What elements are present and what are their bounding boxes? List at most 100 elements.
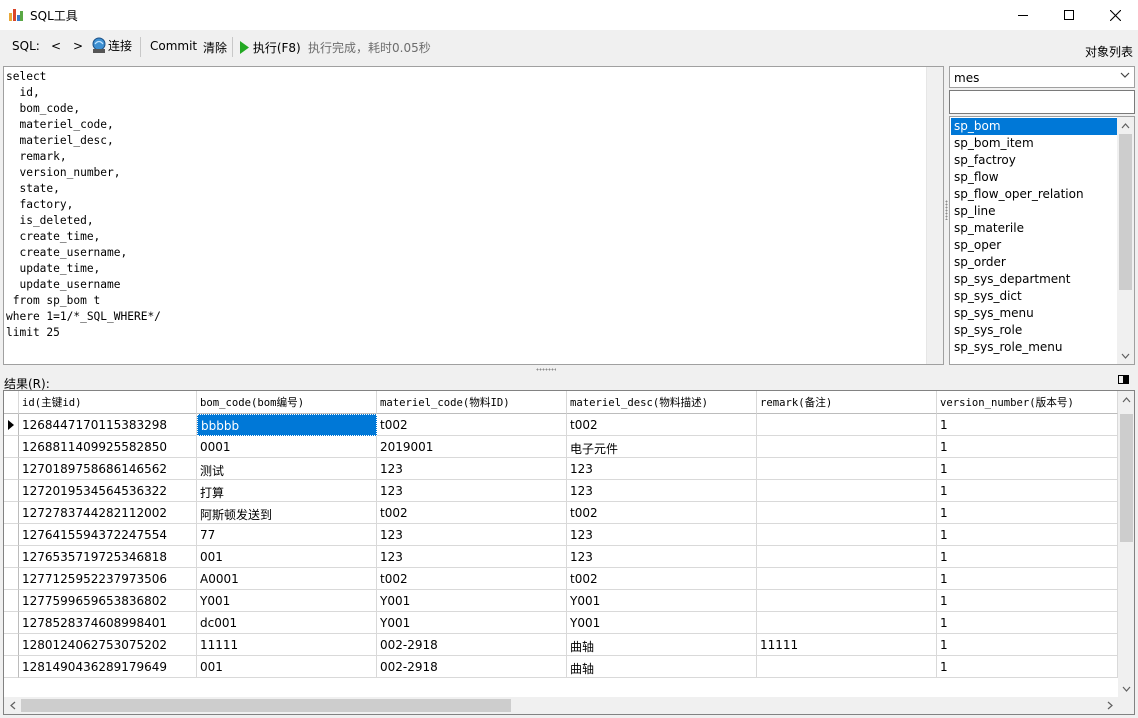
- table-cell[interactable]: [757, 546, 937, 568]
- table-cell[interactable]: 曲轴: [567, 634, 757, 656]
- scroll-down-icon[interactable]: [1118, 680, 1134, 697]
- table-cell[interactable]: [757, 458, 937, 480]
- table-cell[interactable]: 1272019534564536322: [19, 480, 197, 502]
- row-header[interactable]: [4, 458, 19, 480]
- table-cell[interactable]: 1278528374608998401: [19, 612, 197, 634]
- object-list-item[interactable]: sp_flow_oper_relation: [951, 186, 1117, 203]
- table-cell[interactable]: 1: [937, 634, 1118, 656]
- table-cell[interactable]: 1: [937, 568, 1118, 590]
- table-cell[interactable]: 002-2918: [377, 634, 567, 656]
- table-cell[interactable]: dc001: [197, 612, 377, 634]
- scrollbar-thumb[interactable]: [21, 699, 511, 712]
- row-header[interactable]: [4, 480, 19, 502]
- table-cell[interactable]: 1276415594372247554: [19, 524, 197, 546]
- table-cell[interactable]: Y001: [197, 590, 377, 612]
- object-list-item[interactable]: sp_sys_role: [951, 322, 1117, 339]
- sql-editor[interactable]: select id, bom_code, materiel_code, mate…: [3, 66, 944, 365]
- table-cell[interactable]: A0001: [197, 568, 377, 590]
- table-cell[interactable]: [757, 502, 937, 524]
- results-grid[interactable]: id(主键id) bom_code(bom编号) materiel_code(物料I…: [3, 390, 1135, 715]
- column-header[interactable]: id(主键id): [19, 391, 197, 414]
- table-cell[interactable]: [757, 656, 937, 678]
- table-cell[interactable]: 1268447170115383298: [19, 414, 197, 436]
- table-cell[interactable]: 77: [197, 524, 377, 546]
- table-cell[interactable]: 123: [377, 546, 567, 568]
- table-cell[interactable]: 001: [197, 656, 377, 678]
- maximize-button[interactable]: [1046, 0, 1092, 30]
- table-cell[interactable]: 1: [937, 524, 1118, 546]
- object-list-item[interactable]: sp_sys_menu: [951, 305, 1117, 322]
- table-cell[interactable]: 1268811409925582850: [19, 436, 197, 458]
- scroll-up-icon[interactable]: [1118, 391, 1134, 408]
- row-header[interactable]: [4, 414, 19, 436]
- table-cell[interactable]: 1270189758686146562: [19, 458, 197, 480]
- object-list-item[interactable]: sp_sys_role_menu: [951, 339, 1117, 356]
- object-list-item[interactable]: sp_line: [951, 203, 1117, 220]
- row-header[interactable]: [4, 502, 19, 524]
- table-cell[interactable]: [757, 524, 937, 546]
- object-list[interactable]: sp_bom sp_bom_item sp_factroy sp_flow sp_flo…: [949, 116, 1135, 365]
- table-cell[interactable]: t002: [567, 414, 757, 436]
- connect-button[interactable]: 连接: [91, 37, 132, 54]
- column-header[interactable]: bom_code(bom编号): [197, 391, 377, 414]
- table-cell[interactable]: [757, 568, 937, 590]
- minimize-button[interactable]: [1000, 0, 1046, 30]
- table-cell[interactable]: 1280124062753075202: [19, 634, 197, 656]
- table-cell[interactable]: [757, 612, 937, 634]
- table-cell[interactable]: 打算: [197, 480, 377, 502]
- sql-text[interactable]: select id, bom_code, materiel_code, mate…: [6, 69, 161, 341]
- table-cell[interactable]: 曲轴: [567, 656, 757, 678]
- row-header[interactable]: [4, 656, 19, 678]
- vertical-splitter[interactable]: [945, 200, 948, 220]
- horizontal-splitter[interactable]: [536, 368, 556, 371]
- table-cell[interactable]: 123: [377, 480, 567, 502]
- table-cell[interactable]: Y001: [567, 612, 757, 634]
- object-list-item[interactable]: sp_sys_dict: [951, 288, 1117, 305]
- table-cell[interactable]: t002: [377, 568, 567, 590]
- column-header[interactable]: materiel_desc(物料描述): [567, 391, 757, 414]
- scroll-down-icon[interactable]: [1117, 347, 1134, 364]
- scroll-left-icon[interactable]: [4, 697, 21, 714]
- object-list-item[interactable]: sp_bom: [951, 118, 1117, 135]
- table-cell[interactable]: Y001: [567, 590, 757, 612]
- scrollbar-thumb[interactable]: [1120, 414, 1133, 542]
- object-list-item[interactable]: sp_bom_item: [951, 135, 1117, 152]
- table-cell[interactable]: 1: [937, 414, 1118, 436]
- column-header[interactable]: remark(备注): [757, 391, 937, 414]
- close-button[interactable]: [1092, 0, 1138, 30]
- table-cell[interactable]: 1276535719725346818: [19, 546, 197, 568]
- table-cell[interactable]: Y001: [377, 612, 567, 634]
- table-cell[interactable]: 电子元件: [567, 436, 757, 458]
- table-cell[interactable]: 123: [567, 546, 757, 568]
- scroll-right-icon[interactable]: [1101, 697, 1118, 714]
- table-cell[interactable]: [757, 480, 937, 502]
- table-cell[interactable]: 1: [937, 612, 1118, 634]
- table-cell[interactable]: [757, 414, 937, 436]
- object-list-item[interactable]: sp_flow: [951, 169, 1117, 186]
- table-cell[interactable]: 123: [567, 458, 757, 480]
- table-cell[interactable]: 1: [937, 590, 1118, 612]
- table-cell[interactable]: 阿斯顿发送到: [197, 502, 377, 524]
- table-cell[interactable]: 1281490436289179649: [19, 656, 197, 678]
- table-cell[interactable]: 1272783744282112002: [19, 502, 197, 524]
- editor-scrollbar[interactable]: [926, 67, 943, 364]
- panel-toggle-icon[interactable]: [1118, 375, 1129, 384]
- object-filter-input[interactable]: [949, 90, 1135, 114]
- execute-button[interactable]: 执行(F8): [239, 39, 301, 56]
- object-list-item[interactable]: sp_materile: [951, 220, 1117, 237]
- scrollbar-thumb[interactable]: [1119, 134, 1132, 290]
- object-list-item[interactable]: sp_sys_department: [951, 271, 1117, 288]
- table-cell[interactable]: 001: [197, 546, 377, 568]
- table-cell[interactable]: 123: [377, 524, 567, 546]
- row-header[interactable]: [4, 436, 19, 458]
- table-cell[interactable]: t002: [567, 502, 757, 524]
- table-cell[interactable]: 123: [567, 524, 757, 546]
- table-cell[interactable]: 1: [937, 656, 1118, 678]
- table-cell[interactable]: 1: [937, 480, 1118, 502]
- object-list-item[interactable]: sp_factroy: [951, 152, 1117, 169]
- object-list-scrollbar[interactable]: [1117, 117, 1134, 364]
- next-button[interactable]: >: [73, 39, 83, 53]
- table-cell[interactable]: 1277125952237973506: [19, 568, 197, 590]
- table-cell[interactable]: [757, 590, 937, 612]
- table-cell[interactable]: 测试: [197, 458, 377, 480]
